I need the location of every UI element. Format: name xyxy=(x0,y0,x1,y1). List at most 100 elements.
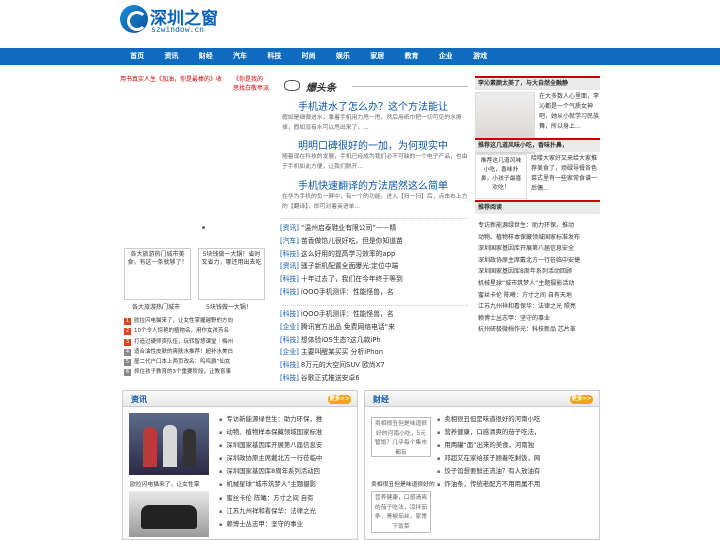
news-title[interactable]: iQOO手机测评：性能怪兽，名 xyxy=(301,310,394,318)
list-item[interactable]: 机械星球“城市筑梦人”主题摄影 xyxy=(219,478,355,491)
list-item[interactable]: 专访新能源绿世生：助力环保，推 xyxy=(219,413,355,426)
category-tag[interactable]: [科技] xyxy=(280,310,299,318)
list-item[interactable]: 动物、植物样本保藏领域国家标准 xyxy=(219,426,355,439)
list-item[interactable]: 江苏九州祥和看保华：法律之光 照亮 xyxy=(478,301,600,313)
sidebar-heading[interactable]: 推荐这几道风味小吃，香味扑鼻， xyxy=(475,138,600,152)
list-item[interactable]: 赖博士丛志甲：坚守的事业 xyxy=(219,518,355,531)
nav-item-auto[interactable]: 汽车 xyxy=(223,48,257,65)
list-item[interactable]: 蜜丝卡伦 陈曦：方寸之间 自有天地 xyxy=(478,290,600,302)
list-item[interactable]: 炸油条，传统老配方不用用属不用 xyxy=(437,478,597,491)
rank-title[interactable]: 适合油性皮肤的爽肤水推荐！超补水美白 xyxy=(134,349,233,355)
list-item[interactable]: 深圳政协原主席戴北方一行莅临中 xyxy=(219,452,355,465)
list-item[interactable]: 专访新能源绿世生：助力环保，推动 xyxy=(478,220,600,232)
list-item[interactable]: 深圳政协原主席戴北方一行莅临中安捷 xyxy=(478,255,600,267)
list-item[interactable]: [企业] 腾讯官方出品 免费网络电话“来 xyxy=(280,321,470,334)
slider-dot[interactable] xyxy=(202,226,205,229)
thumb-label[interactable]: 5块钱做一大锅！ xyxy=(206,302,252,311)
list-item[interactable]: 深圳国家基因库8周年系列活动回 xyxy=(219,465,355,478)
list-item[interactable]: 杭州研极微档作光：科技新品 芯片革 xyxy=(478,324,600,336)
list-item[interactable]: 5 屋二代户口本上两页改名：呜呜爵“仙女 xyxy=(124,357,270,367)
more-button[interactable]: 更多>> xyxy=(570,395,593,404)
news-title[interactable]: 十年过去了，我们在今年终于等到 xyxy=(301,275,403,283)
list-item[interactable]: [科技] 谷歌正式推送安卓6 xyxy=(280,372,470,385)
list-item[interactable]: [科技] 想体验iOS生态?这几款iPh xyxy=(280,334,470,347)
article-title[interactable]: 手机快速翻译的方法居然这么简单 xyxy=(298,177,448,192)
sidebar-heading[interactable]: 李沁素颜太美了，与大自然全融静 xyxy=(475,76,600,90)
category-tag[interactable]: [科技] xyxy=(280,275,299,283)
list-item[interactable]: 深圳国家基因库开展第八届信息安 xyxy=(219,439,355,452)
list-item[interactable]: 1 欧拉闪电猫来了，让女性掌握越野的方向 xyxy=(124,316,270,326)
list-item[interactable]: 深圳国家基因库8周年系列活动回顾 xyxy=(478,266,600,278)
list-item[interactable]: 4 适合油性皮肤的爽肤水推荐！超补水美白 xyxy=(124,347,270,357)
list-item[interactable]: [资讯] 骚子新机配置全面曝光:定位中端 xyxy=(280,260,470,273)
category-tag[interactable]: [科技] xyxy=(280,250,299,258)
photo-caption[interactable]: 欧拉闪电猫来了，让女性掌 xyxy=(130,479,200,488)
list-item[interactable]: 赖博士丛志甲：坚守的事业 xyxy=(478,313,600,325)
nav-item-finance[interactable]: 财经 xyxy=(189,48,223,65)
list-item[interactable]: [资讯] “温州启泰鞋业有限公司”——精 xyxy=(280,222,470,235)
category-tag[interactable]: [科技] xyxy=(280,374,299,382)
list-item[interactable]: [科技] 8万元的大空间SUV 欧尚X7 xyxy=(280,359,470,372)
list-item[interactable]: 蜜丝卡伦 陈曦：方寸之间 自有 xyxy=(219,492,355,505)
list-item[interactable]: [汽车] 苗香做馅儿很好吃，但是你知道苗 xyxy=(280,235,470,248)
category-tag[interactable]: [科技] xyxy=(280,288,299,296)
news-photo[interactable] xyxy=(129,491,209,537)
list-item[interactable]: [企业] 主要叫醒某买买 分析iPhon xyxy=(280,346,470,359)
more-button[interactable]: 更多>> xyxy=(328,395,351,404)
section-title[interactable]: 财经 xyxy=(373,394,389,405)
list-item[interactable]: 机械星球“城市筑梦人”主题摄影活动 xyxy=(478,278,600,290)
category-tag[interactable]: [企业] xyxy=(280,323,299,331)
list-item[interactable]: 深圳国家基因库开展第八届信息安全 xyxy=(478,243,600,255)
news-photo[interactable] xyxy=(129,413,209,475)
news-title[interactable]: 这么好用的提高学习效率的app xyxy=(301,250,395,258)
news-photo[interactable]: 营养健康，口感清爽的茄子吃法，凉拌茄条，青椒茄丝，家常下饭菜 xyxy=(371,491,431,533)
site-logo[interactable]: 深圳之窗 szwindow.cn xyxy=(120,3,218,37)
nav-item-tech[interactable]: 科技 xyxy=(257,48,291,65)
section-title[interactable]: 资讯 xyxy=(131,394,147,405)
news-title[interactable]: 苗香做馅儿很好吃，但是你知道苗 xyxy=(301,237,403,245)
marquee-text[interactable]: 《你是我的 xyxy=(233,74,263,83)
nav-item-fashion[interactable]: 时尚 xyxy=(291,48,325,65)
list-item[interactable]: 卖相很丑但是味道很好的河南小吃 xyxy=(437,413,597,426)
list-item[interactable]: [科技] iQOO手机测评：性能怪兽，名 xyxy=(280,286,470,299)
news-title[interactable]: 谷歌正式推送安卓6 xyxy=(301,374,360,382)
news-title[interactable]: “温州启泰鞋业有限公司”——精 xyxy=(301,224,396,232)
list-item[interactable]: [科技] 十年过去了，我们在今年终于等到 xyxy=(280,273,470,286)
nav-item-games[interactable]: 游戏 xyxy=(463,48,497,65)
nav-item-home[interactable]: 首页 xyxy=(120,48,154,65)
nav-item-home-living[interactable]: 家居 xyxy=(360,48,394,65)
marquee-text[interactable]: 思找白敬亭派 xyxy=(233,83,269,92)
news-title[interactable]: iQOO手机测评：性能怪兽，名 xyxy=(301,288,394,296)
photo-caption[interactable]: 卖相很丑但是味道很好的 xyxy=(371,479,435,488)
list-item[interactable]: [科技] iQOO手机测评：性能怪兽，名 xyxy=(280,308,470,321)
nav-item-news[interactable]: 资讯 xyxy=(154,48,188,65)
news-title[interactable]: 主要叫醒某买买 分析iPhon xyxy=(301,348,383,356)
category-tag[interactable]: [企业] xyxy=(280,348,299,356)
category-tag[interactable]: [科技] xyxy=(280,336,299,344)
rank-title[interactable]: 抓住孩子教育的3个重要阶段，让教育事 xyxy=(134,369,231,375)
rank-title[interactable]: 欧拉闪电猫来了，让女性掌握越野的方向 xyxy=(134,318,233,324)
news-title[interactable]: 腾讯官方出品 免费网络电话“来 xyxy=(301,323,395,331)
list-item[interactable]: 6 抓住孩子教育的3个重要阶段，让教育事 xyxy=(124,367,270,377)
list-item[interactable]: 动物、植物样本保藏领域国家标准发布 xyxy=(478,232,600,244)
thumb-card[interactable]: 5块钱做一大锅！省时又省力，哪还用出去吃 xyxy=(198,248,265,300)
rank-title[interactable]: 打造过硬师资队伍，玩转智慧课堂｜梅州 xyxy=(134,339,233,345)
list-item[interactable]: 邓超又在家给孩子顾着吃剩饭，网 xyxy=(437,452,597,465)
list-item[interactable]: 3 打造过硬师资队伍，玩转智慧课堂｜梅州 xyxy=(124,337,270,347)
list-item[interactable]: [科技] 这么好用的提高学习效率的app xyxy=(280,248,470,261)
marquee-text[interactable]: 用书真实人生《加油，你是最棒的》收 xyxy=(120,74,222,83)
category-tag[interactable]: [汽车] xyxy=(280,237,299,245)
rank-title[interactable]: 屋二代户口本上两页改名：呜呜爵“仙女 xyxy=(134,359,230,365)
news-photo[interactable]: 卖相很丑但是味道很好的河南小吃，5元管饱？几乎每个集市都有 xyxy=(371,417,431,457)
category-tag[interactable]: [科技] xyxy=(280,361,299,369)
news-title[interactable]: 8万元的大空间SUV 欧尚X7 xyxy=(301,361,385,369)
list-item[interactable]: 2 10个令人惊艳的植物名，用作女孩芳名 xyxy=(124,326,270,336)
headline-marquee[interactable]: 用书真实人生《加油，你是最棒的》收 《你是我的 思找白敬亭派 xyxy=(120,74,270,96)
thumb-label[interactable]: 各大旅游热门城市 xyxy=(132,302,180,311)
list-item[interactable]: 江苏九州祥和看保华：法律之光 xyxy=(219,505,355,518)
article-title[interactable]: 明明口碑很好的一加，为何现实中 xyxy=(298,137,448,152)
list-item[interactable]: 用两罐“面”出来的美食，河南独 xyxy=(437,439,597,452)
article-title[interactable]: 手机进水了怎么办？这个方法能让 xyxy=(298,98,448,113)
rank-title[interactable]: 10个令人惊艳的植物名，用作女孩芳名 xyxy=(134,328,229,334)
list-item[interactable]: 营养健康，口感清爽的茄子吃法， xyxy=(437,426,597,439)
